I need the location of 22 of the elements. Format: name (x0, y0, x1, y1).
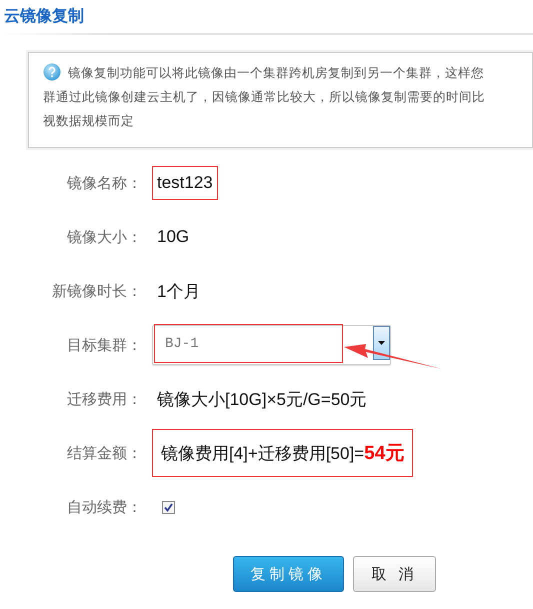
field-label: 自动续费： (66, 498, 143, 516)
field-label: 镜像名称： (66, 174, 143, 192)
field-label: 结算金额： (66, 444, 143, 462)
help-icon (43, 63, 61, 81)
auto-renew-checkbox[interactable] (162, 500, 175, 514)
cluster-dropdown[interactable]: BJ-1 (152, 325, 391, 365)
cancel-button[interactable]: 取 消 (353, 556, 436, 592)
field-value: 镜像大小[10G]×5元/G=50元 (156, 388, 368, 410)
field-value: test123 (152, 166, 218, 200)
info-text: 群通过此镜像创建云主机了，因镜像通常比较大，所以镜像复制需要的时间比 (43, 89, 485, 106)
field-label: 新镜像时长： (51, 282, 143, 300)
dropdown-caret-icon (373, 326, 390, 360)
field-label: 镜像大小： (66, 228, 143, 246)
field-value: 10G (156, 226, 190, 248)
page-title: 云镜像复制 (3, 6, 85, 27)
info-text: 镜像复制功能可以将此镜像由一个集群跨机房复制到另一个集群，这样您 (68, 65, 484, 82)
field-value: 1个月 (156, 280, 202, 302)
total-amount: 镜像费用[4]+迁移费用[50]=54元 (152, 429, 414, 477)
field-label: 迁移费用： (66, 390, 143, 408)
field-label: 目标集群： (66, 336, 143, 354)
copy-image-button[interactable]: 复制镜像 (233, 556, 344, 592)
info-text: 视数据规模而定 (43, 113, 134, 130)
